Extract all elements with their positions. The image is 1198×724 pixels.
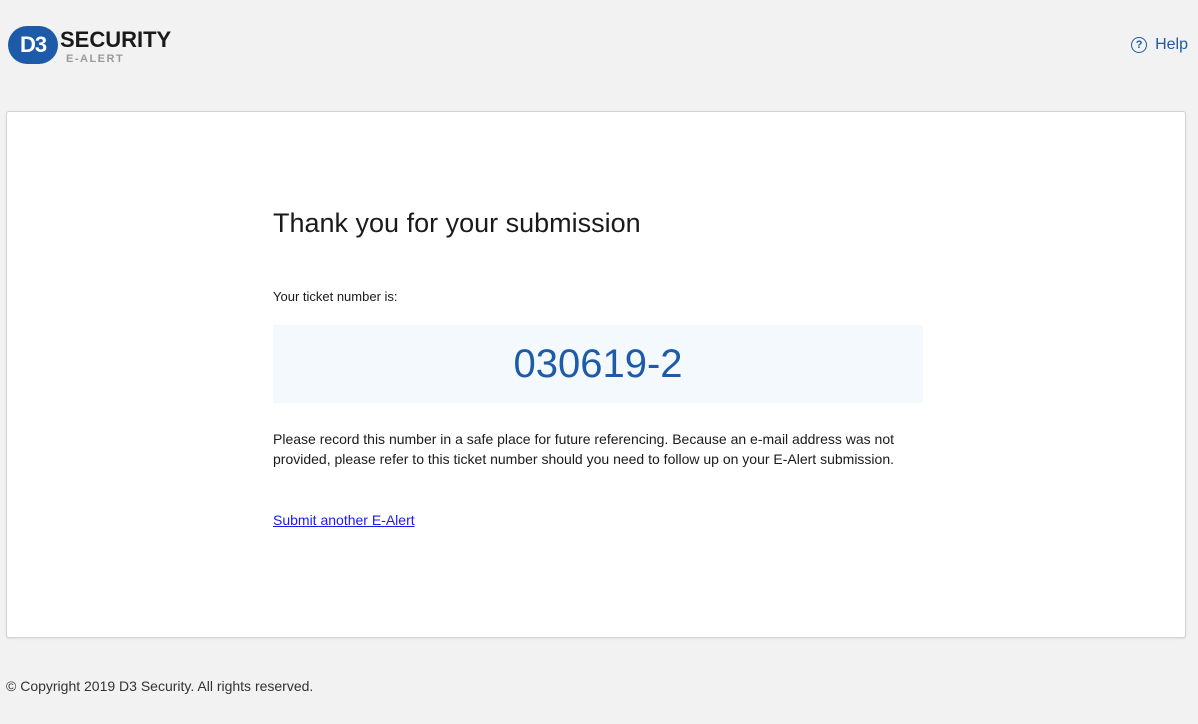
page-header: D3 SECURITY E-ALERT ? Help [0, 0, 1198, 100]
help-label: Help [1155, 36, 1188, 53]
ticket-number: 030619-2 [513, 342, 683, 386]
logo-mark-text: D3 [19, 32, 47, 57]
help-link[interactable]: ? Help [1131, 36, 1188, 54]
confirmation-content: Thank you for your submission Your ticke… [273, 207, 923, 530]
help-icon: ? [1131, 37, 1148, 53]
confirmation-card: Thank you for your submission Your ticke… [6, 111, 1186, 638]
submit-another-link[interactable]: Submit another E-Alert [273, 512, 415, 528]
ticket-label: Your ticket number is: [273, 289, 398, 304]
ticket-number-box: 030619-2 [273, 325, 923, 403]
d3-security-logo[interactable]: D3 SECURITY E-ALERT [8, 24, 188, 68]
copyright-footer: © Copyright 2019 D3 Security. All rights… [6, 678, 314, 694]
logo-product-text: E-ALERT [66, 53, 125, 65]
ticket-note: Please record this number in a safe plac… [273, 431, 894, 467]
page-title: Thank you for your submission [273, 208, 641, 238]
logo-brand-text: SECURITY [60, 27, 172, 52]
